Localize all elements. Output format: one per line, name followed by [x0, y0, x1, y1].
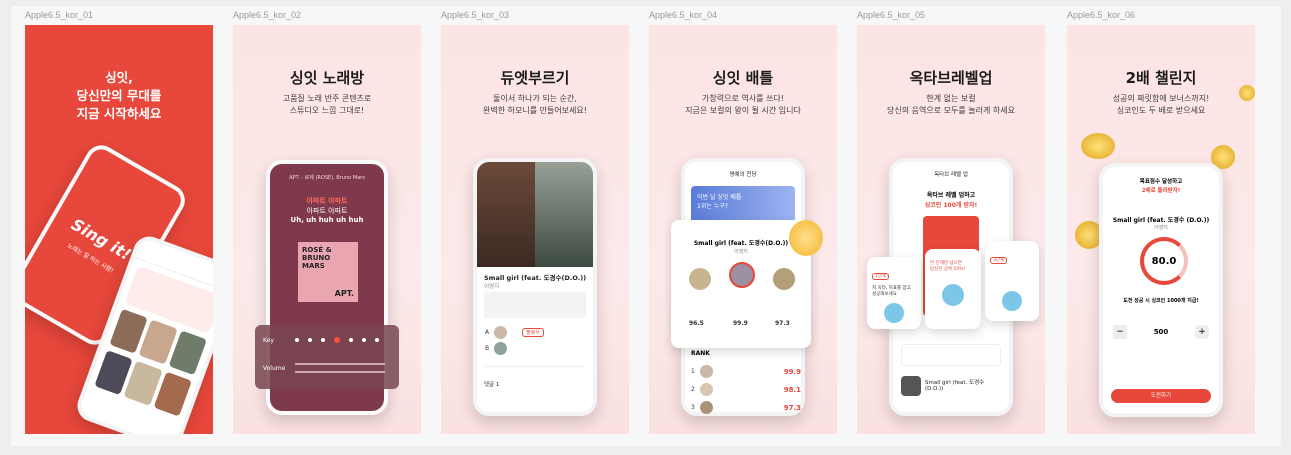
part-b: B: [485, 345, 490, 352]
frame-06[interactable]: 2배 챌린지 성공의 짜릿함에 보너스까지! 싱코인도 두 배로 받으세요 목표…: [1067, 25, 1255, 434]
score-ring: 80.0: [1140, 237, 1188, 285]
volume-label: Volume: [263, 365, 286, 372]
octave-card-title: 옥타브 레벨 업하고: [926, 192, 976, 199]
challenge-button[interactable]: 도전하기: [1111, 389, 1211, 403]
frame-label-02[interactable]: Apple6.5_kor_02: [233, 10, 301, 20]
level-card-right: 3단계: [985, 241, 1039, 321]
follow-button[interactable]: 팔로우: [522, 328, 544, 337]
hero-text: 싱잇, 당신만의 무대를 지금 시작하세요: [76, 70, 162, 121]
rank-num: 3: [691, 404, 695, 411]
rank-score: 97.3: [783, 403, 801, 412]
frame-label-04[interactable]: Apple6.5_kor_04: [649, 10, 717, 20]
challenge-text: 도전 성공 시 싱코인 1000개 지급!: [1123, 298, 1199, 304]
rank-score: 99.9: [783, 367, 801, 376]
rank-num: 1: [691, 368, 695, 375]
now-playing: APT. - 로제 (ROSÉ), Bruno Mars: [289, 175, 365, 181]
battle-artist: 이영지: [734, 249, 748, 255]
goal-text: 목표점수 달성하고: [1139, 179, 1183, 185]
octave-header: 옥타브 레벨 업: [934, 172, 968, 178]
frame-label-03[interactable]: Apple6.5_kor_03: [441, 10, 509, 20]
coin-icon: [1081, 133, 1115, 159]
top-score-1: 99.9: [733, 320, 748, 327]
duet-video: [477, 162, 593, 267]
challenge-artist: 이영지: [1154, 225, 1168, 231]
key-slider[interactable]: [295, 337, 379, 343]
album-apt: APT.: [334, 289, 354, 298]
frame-title: 옥타브레벨업: [909, 69, 993, 87]
level-badge: 1단계: [872, 273, 890, 280]
phone-duet: Small girl (feat. 도경수(D.O.)) 이영지 A 팔로우 B…: [473, 158, 597, 416]
frame-title: 싱잇 노래방: [289, 69, 365, 87]
top-score-2: 96.5: [689, 320, 704, 327]
song-artist: 이영지: [484, 284, 500, 290]
canvas: Apple6.5_kor_01 싱잇, 당신만의 무대를 지금 시작하세요 Si…: [0, 0, 1291, 455]
frame-title: 싱잇 배틀: [712, 69, 774, 87]
frame-subtitle: 한계 없는 보컬 당신의 음역으로 모두를 놀라게 하세요: [887, 94, 1015, 115]
level-text: 저 옥타, 목표를 잡고 성공해보세요: [872, 286, 911, 297]
minus-button[interactable]: −: [1113, 325, 1127, 339]
goal-red: 2배로 돌려받자!: [1141, 188, 1181, 194]
volume-slider[interactable]: [295, 363, 385, 365]
trophy-icon: [789, 220, 823, 256]
frame-03[interactable]: 듀엣부르기 둘이서 하나가 되는 순간, 완벽한 하모니를 만들어보세요! Sm…: [441, 25, 629, 434]
frame-subtitle: 고품질 노래 반주 콘텐츠로 스튜디오 느낌 그대로!: [282, 94, 372, 115]
frame-05[interactable]: 옥타브레벨업 한계 없는 보컬 당신의 음역으로 모두를 놀라게 하세요 옥타브…: [857, 25, 1045, 434]
rank-score: 98.1: [783, 385, 801, 394]
frame-title: 듀엣부르기: [500, 69, 570, 87]
key-label: Key: [263, 337, 274, 344]
frame-subtitle: 둘이서 하나가 되는 순간, 완벽한 하모니를 만들어보세요!: [483, 94, 587, 115]
rank-label: RANK: [691, 350, 710, 357]
frame-04[interactable]: 싱잇 배틀 가창력으로 역사를 쓰다! 지금은 보컬의 왕이 될 시간 입니다 …: [649, 25, 837, 434]
volume-slider-2[interactable]: [295, 371, 385, 373]
control-panel: Key Volume: [255, 325, 399, 389]
level-card-mid: 한 단계만 넘으면 당신은 상위 10%!: [925, 249, 981, 329]
comment-label: 댓글 1: [484, 382, 500, 388]
lyric-line-3: Uh, uh huh uh huh: [290, 216, 364, 224]
challenge-song: Small girl (feat. 도경수 (D.O.)): [1112, 217, 1210, 224]
battle-banner[interactable]: 이번 달 싱잇 배틀 1위는 누구?: [691, 186, 795, 224]
rank-num: 2: [691, 386, 695, 393]
frame-title: 2배 챌린지: [1125, 69, 1197, 87]
octave-song: Small girl (feat. 도경수 (D.O.)): [925, 380, 985, 392]
level-card-left: 1단계 저 옥타, 목표를 잡고 성공해보세요: [867, 257, 921, 329]
battle-header: 명예의 전당: [729, 172, 757, 178]
frame-01[interactable]: 싱잇, 당신만의 무대를 지금 시작하세요 Sing it! 노래는 잘 하는 …: [25, 25, 213, 434]
artboard-area: Apple6.5_kor_01 싱잇, 당신만의 무대를 지금 시작하세요 Si…: [11, 6, 1281, 446]
frame-subtitle: 성공의 짜릿함에 보너스까지! 싱코인도 두 배로 받으세요: [1112, 94, 1210, 115]
lyric-highlight: 아파트 아파트: [306, 197, 348, 205]
level-badge: 3단계: [990, 257, 1008, 264]
amount-value: 500: [1153, 328, 1169, 336]
level-text: 한 단계만 넘으면 당신은 상위 10%!: [930, 261, 966, 272]
phone-challenge: 목표점수 달성하고 2배로 돌려받자! Small girl (feat. 도경…: [1099, 163, 1223, 417]
target-score: 80.0: [1151, 255, 1177, 267]
frame-subtitle: 가창력으로 역사를 쓰다! 지금은 보컬의 왕이 될 시간 입니다: [685, 94, 801, 115]
top-score-3: 97.3: [775, 320, 790, 327]
octave-card-red: 싱코인 100개 받자!: [924, 202, 978, 209]
plus-button[interactable]: +: [1195, 325, 1209, 339]
part-a: A: [485, 329, 490, 336]
lyric-line-2: 아파트 아파트: [306, 207, 348, 215]
song-title: Small girl (feat. 도경수(D.O.)): [484, 274, 587, 282]
album-text: ROSÉ & BRUNO MARS: [302, 246, 332, 270]
album-art: ROSÉ & BRUNO MARS APT.: [298, 242, 358, 302]
frame-02[interactable]: 싱잇 노래방 고품질 노래 반주 콘텐츠로 스튜디오 느낌 그대로! APT. …: [233, 25, 421, 434]
frame-label-01[interactable]: Apple6.5_kor_01: [25, 10, 93, 20]
frame-label-06[interactable]: Apple6.5_kor_06: [1067, 10, 1135, 20]
amount-stepper: − 500 +: [1113, 325, 1209, 339]
frame-label-05[interactable]: Apple6.5_kor_05: [857, 10, 925, 20]
coin-icon: [1239, 85, 1255, 101]
